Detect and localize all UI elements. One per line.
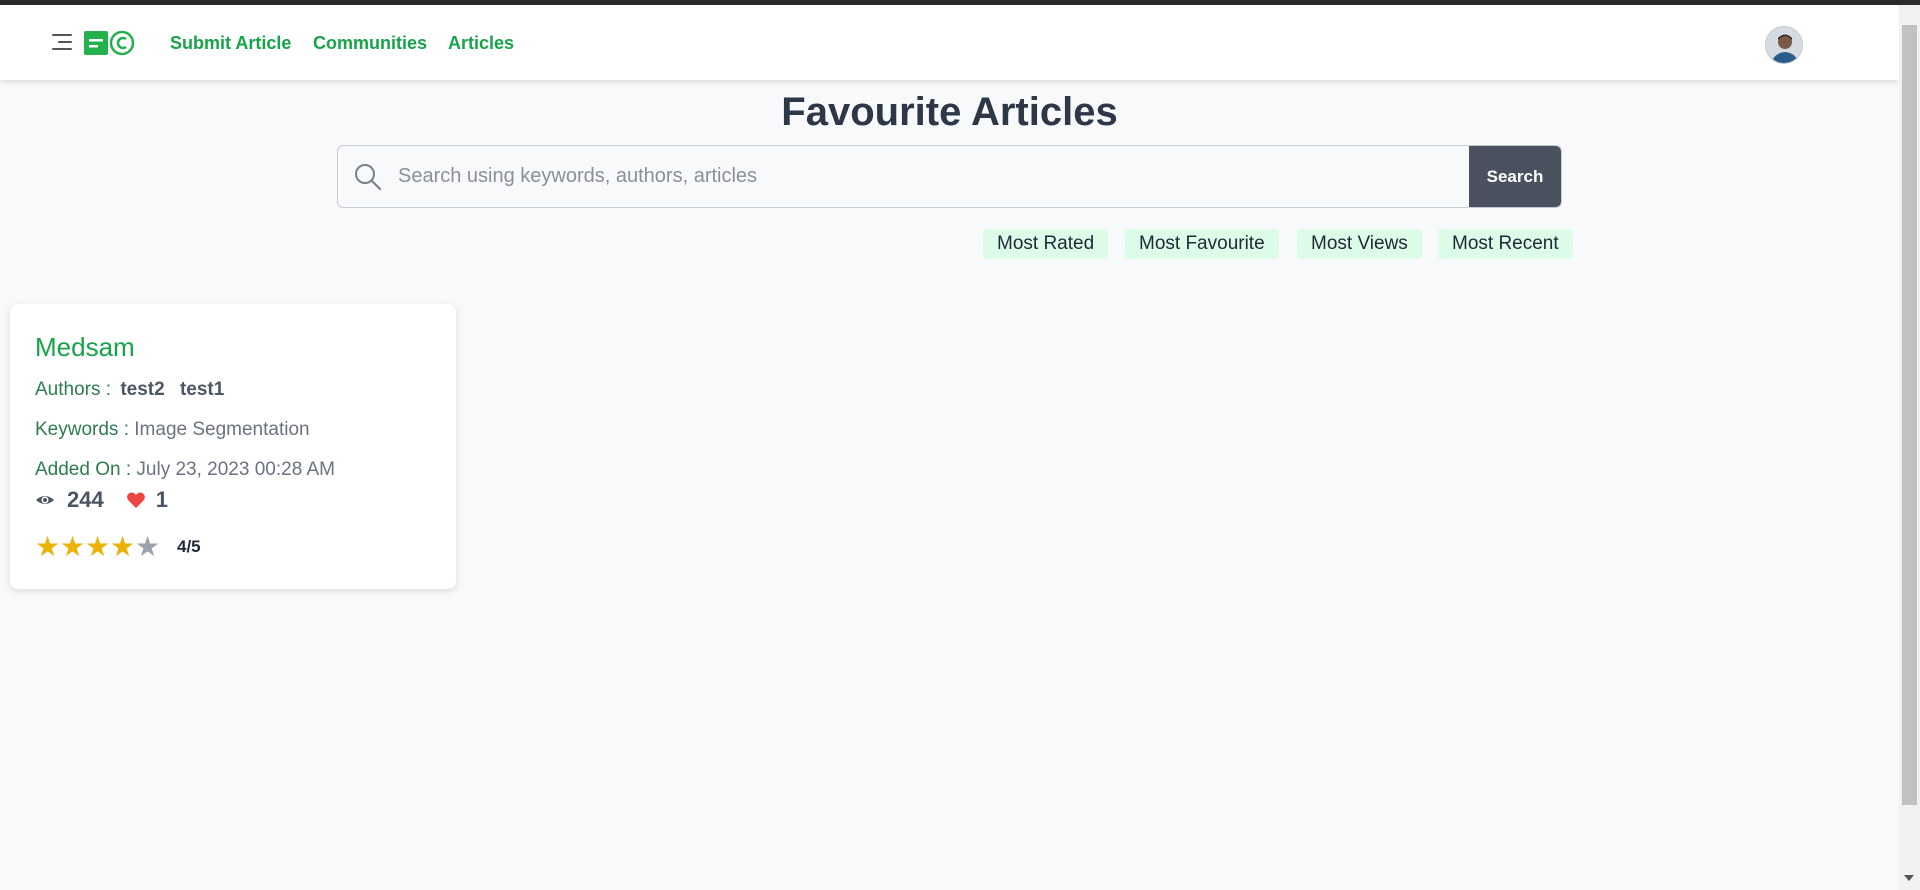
- search-bar: Search: [337, 145, 1562, 208]
- menu-icon[interactable]: [52, 31, 72, 53]
- page-title: Favourite Articles: [781, 90, 1118, 134]
- added-on-value: July 23, 2023 00:28 AM: [136, 459, 335, 480]
- added-on-label: Added On :: [35, 459, 132, 480]
- search-button[interactable]: Search: [1469, 146, 1561, 207]
- filter-most-rated[interactable]: Most Rated: [983, 229, 1109, 259]
- article-authors: Authors : test2 test1: [35, 379, 230, 401]
- star-icon[interactable]: ★: [35, 533, 60, 561]
- keywords-label: Keywords :: [35, 419, 129, 440]
- article-card[interactable]: Medsam Authors : test2 test1 Keywords : …: [10, 304, 456, 589]
- keywords-value: Image Segmentation: [134, 419, 310, 440]
- article-added-on: Added On : July 23, 2023 00:28 AM: [35, 459, 335, 481]
- star-icon[interactable]: ★: [60, 533, 85, 561]
- nav-submit-article[interactable]: Submit Article: [170, 33, 291, 54]
- author-name: test1: [179, 379, 225, 400]
- filter-most-views[interactable]: Most Views: [1297, 229, 1422, 259]
- avatar[interactable]: [1765, 26, 1803, 64]
- filter-most-recent[interactable]: Most Recent: [1438, 229, 1573, 259]
- scrollbar[interactable]: [1899, 5, 1920, 890]
- rating-stars: ★ ★ ★ ★ ★ 4/5: [35, 533, 201, 561]
- eye-icon: [36, 496, 54, 504]
- article-keywords: Keywords : Image Segmentation: [35, 419, 310, 441]
- authors-label: Authors :: [35, 379, 112, 400]
- article-title[interactable]: Medsam: [35, 332, 135, 363]
- search-icon: [355, 164, 382, 191]
- scroll-down-arrow-icon[interactable]: [1904, 875, 1914, 881]
- star-icon[interactable]: ★: [110, 533, 135, 561]
- scrollbar-thumb[interactable]: [1902, 25, 1917, 805]
- star-icon[interactable]: ★: [85, 533, 110, 561]
- logo-icon[interactable]: [84, 30, 136, 56]
- article-stats: 244 1: [35, 487, 168, 513]
- nav-articles[interactable]: Articles: [448, 33, 514, 54]
- author-name: test2: [120, 379, 165, 400]
- search-input[interactable]: [398, 146, 1458, 207]
- star-row: ★ ★ ★ ★ ★: [35, 533, 160, 561]
- views-count: 244: [67, 487, 104, 512]
- user-avatar-icon: [1766, 27, 1802, 63]
- rating-text: 4/5: [177, 537, 201, 556]
- filter-most-favourite[interactable]: Most Favourite: [1125, 229, 1279, 259]
- navbar: Submit Article Communities Articles: [0, 5, 1899, 80]
- star-icon[interactable]: ★: [135, 533, 160, 561]
- heart-icon[interactable]: [126, 490, 146, 510]
- nav-communities[interactable]: Communities: [313, 33, 427, 54]
- favourites-count: 1: [155, 487, 168, 512]
